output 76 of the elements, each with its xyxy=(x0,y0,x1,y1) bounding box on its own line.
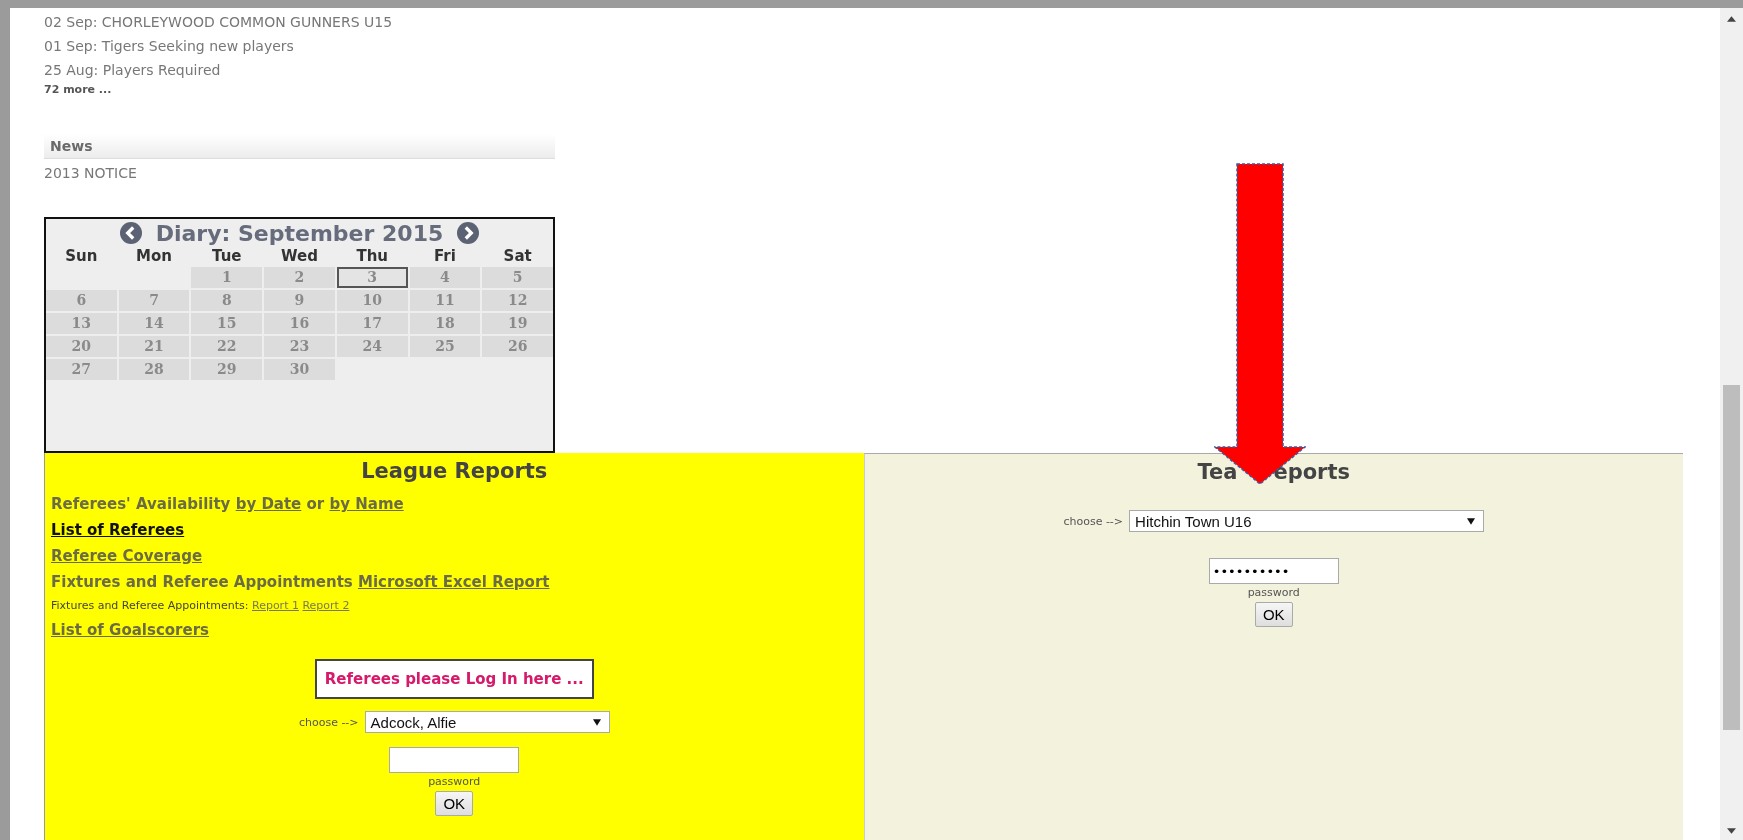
calendar-day[interactable]: 1 xyxy=(191,267,263,288)
password-field[interactable]: •••••••••• xyxy=(1208,558,1339,584)
report-link[interactable]: List of Goalscorers xyxy=(51,621,209,639)
calendar-day[interactable]: 29 xyxy=(191,359,263,380)
more-link[interactable]: 72 more ... xyxy=(44,82,112,98)
report-link[interactable]: Report 1 xyxy=(252,599,299,612)
calendar-day[interactable]: 8 xyxy=(191,290,263,311)
calendar-day[interactable]: 3 xyxy=(336,267,408,288)
weekday-label: Sun xyxy=(64,247,99,265)
calendar-day[interactable]: 12 xyxy=(482,290,553,311)
calendar-day[interactable]: 14 xyxy=(118,313,190,334)
report-link[interactable]: Report 2 xyxy=(302,599,350,612)
weekday-label: Tue xyxy=(211,247,243,265)
report-link[interactable]: Microsoft Excel Report xyxy=(358,573,550,591)
previous-month-icon[interactable] xyxy=(119,222,142,244)
calendar-day[interactable]: 4 xyxy=(409,267,481,288)
calendar-day[interactable]: 11 xyxy=(409,290,481,311)
calendar-day[interactable]: 2 xyxy=(264,267,335,288)
choose-label: choose --> xyxy=(298,715,359,729)
password-label: password xyxy=(428,775,481,788)
password-field[interactable] xyxy=(389,747,520,773)
weekday-label: Mon xyxy=(135,247,173,265)
calendar-day[interactable]: 25 xyxy=(409,336,481,357)
scroll-down-icon[interactable] xyxy=(1727,828,1736,834)
referee-dropdown[interactable]: Adcock, Alfie xyxy=(364,711,610,733)
scrollbar-thumb[interactable] xyxy=(1723,385,1740,730)
panel-title: League Reports xyxy=(360,459,549,483)
news-item[interactable]: 2013 NOTICE xyxy=(44,165,137,181)
report-link[interactable]: by Date xyxy=(235,495,302,513)
calendar-day[interactable]: 15 xyxy=(191,313,263,334)
weekday-label: Sat xyxy=(502,247,533,265)
calendar-day[interactable]: 5 xyxy=(482,267,553,288)
ok-button[interactable]: OK xyxy=(1254,602,1293,627)
next-month-icon[interactable] xyxy=(457,222,480,244)
report-link[interactable]: by Name xyxy=(329,495,404,513)
choose-label: choose --> xyxy=(1063,514,1124,528)
calendar-day[interactable]: 13 xyxy=(46,313,117,334)
caret-icon xyxy=(1467,517,1476,525)
calendar-day[interactable]: 21 xyxy=(118,336,190,357)
weekday-label: Wed xyxy=(280,247,319,265)
report-line: Referees' Availability by Date or by Name xyxy=(51,494,405,515)
calendar-day[interactable]: 27 xyxy=(46,359,117,380)
panel-title: eports xyxy=(1273,460,1351,484)
report-link[interactable]: Referee Coverage xyxy=(51,547,203,565)
scroll-up-icon[interactable] xyxy=(1727,16,1736,22)
team-dropdown[interactable]: Hitchin Town U16 xyxy=(1129,510,1485,532)
calendar-day[interactable]: 9 xyxy=(264,290,335,311)
report-line: Fixtures and Referee Appointments: Report 1 Report 2 xyxy=(51,598,351,614)
report-link[interactable]: List of Referees xyxy=(51,521,185,539)
calendar-day[interactable]: 10 xyxy=(336,290,408,311)
calendar-day[interactable]: 17 xyxy=(336,313,408,334)
weekday-label: Thu xyxy=(355,247,389,265)
ok-button[interactable]: OK xyxy=(435,791,474,816)
calendar-day[interactable]: 7 xyxy=(118,290,190,311)
calendar-day[interactable]: 16 xyxy=(264,313,335,334)
calendar-day[interactable]: 20 xyxy=(46,336,117,357)
login-banner: Referees please Log In here ... xyxy=(314,659,594,699)
password-label: password xyxy=(1247,586,1300,599)
scrollbar[interactable] xyxy=(1720,8,1743,840)
weekday-label: Fri xyxy=(433,247,457,265)
calendar-day[interactable]: 23 xyxy=(264,336,335,357)
calendar-day[interactable]: 30 xyxy=(264,359,335,380)
calendar-day[interactable]: 26 xyxy=(482,336,553,357)
news-headline[interactable]: 01 Sep: Tigers Seeking new players xyxy=(44,34,294,58)
calendar-day[interactable]: 22 xyxy=(191,336,263,357)
news-headline[interactable]: 02 Sep: CHORLEYWOOD COMMON GUNNERS U15 xyxy=(44,10,393,34)
calendar-day[interactable]: 24 xyxy=(336,336,408,357)
caret-icon xyxy=(592,718,601,726)
calendar-day[interactable]: 18 xyxy=(409,313,481,334)
news-headline[interactable]: 25 Aug: Players Required xyxy=(44,58,221,82)
panel-title: Tea xyxy=(1197,460,1238,484)
calendar-day[interactable]: 6 xyxy=(46,290,117,311)
report-line: Fixtures and Referee Appointments Microsoft Excel Report xyxy=(51,572,551,593)
diary-title: Diary: September 2015 xyxy=(155,220,444,246)
calendar-day[interactable]: 19 xyxy=(482,313,553,334)
calendar-day[interactable]: 28 xyxy=(118,359,190,380)
